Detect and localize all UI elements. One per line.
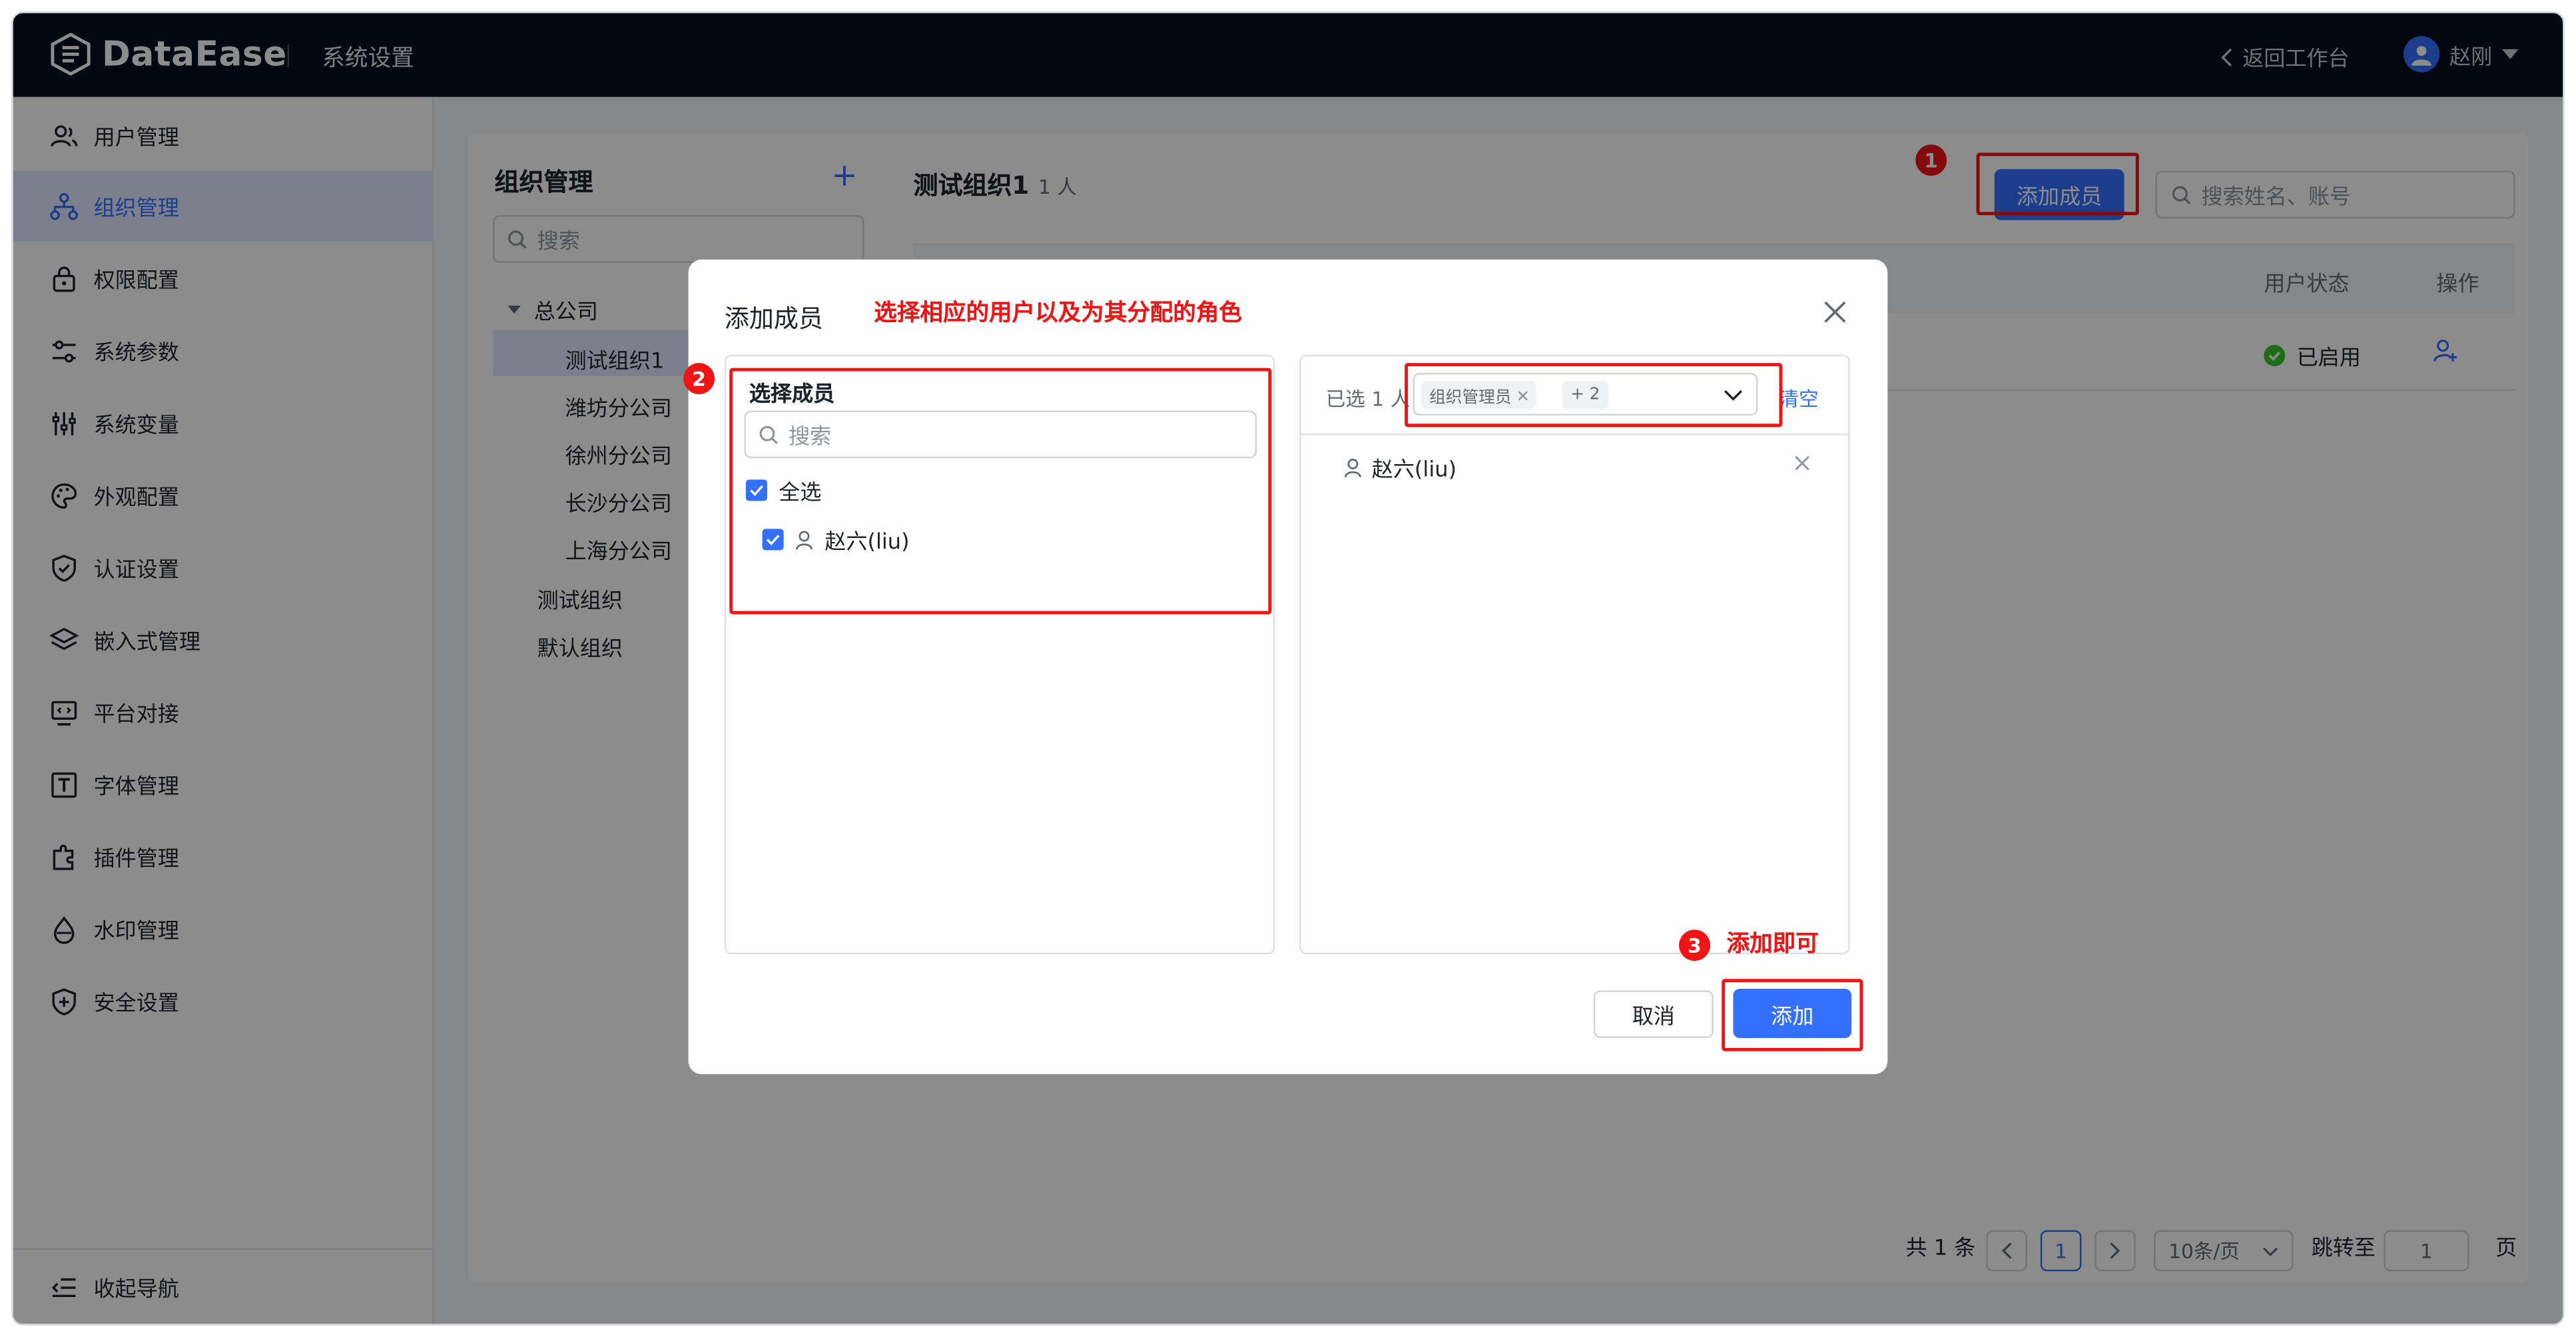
close-icon[interactable] [1822,299,1848,325]
list-item: 赵六(liu) [1344,451,1456,483]
close-icon[interactable] [1794,455,1811,471]
dialog-title: 添加成员 [724,304,823,334]
annotation-step-3-text: 添加即可 [1726,931,1819,958]
dialog-annotation-note: 选择相应的用户以及为其分配的角色 [874,300,1242,327]
annotation-box-role-select [1405,363,1783,427]
annotation-box-confirm [1722,979,1863,1051]
selected-members-panel: 已选 1 人 组织管理员 + 2 清空 赵六(liu) [1299,354,1850,955]
clear-selection-link[interactable]: 清空 [1779,384,1819,412]
app-window: DataEase 系统设置 返回工作台 赵刚 用户管理 组织管理 权限配置 系统… [13,13,2563,1324]
annotation-box-member-list [729,368,1272,615]
member-select-panel: 选择成员 搜索 全选 赵六(liu) [724,354,1275,955]
selected-panel-header: 已选 1 人 组织管理员 + 2 清空 [1301,356,1849,435]
add-member-dialog: 添加成员 选择相应的用户以及为其分配的角色 选择成员 搜索 全选 赵六(liu)… [683,259,1888,1075]
annotation-step-2: 2 [683,363,715,395]
selected-count: 已选 1 人 [1325,388,1411,411]
cancel-button[interactable]: 取消 [1593,990,1714,1039]
selected-user-label: 赵六(liu) [1371,458,1457,483]
annotation-step-3: 3 [1679,930,1710,961]
user-icon [1344,457,1361,477]
